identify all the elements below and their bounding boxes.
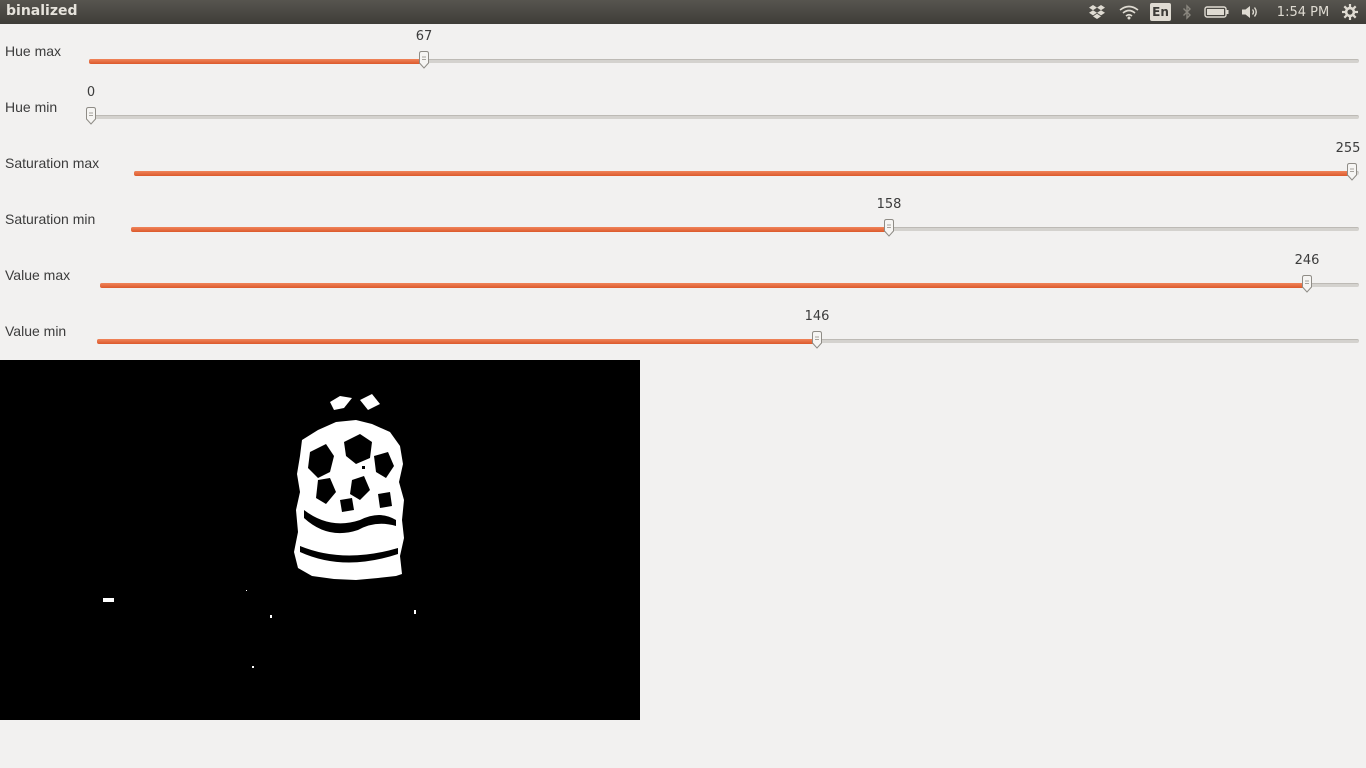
trackbar-label: Value max — [5, 267, 71, 283]
trackbar-hue-max: Hue max 67 — [0, 24, 1366, 80]
trackbar-value-max: Value max 246 — [0, 248, 1366, 304]
slider-fill — [97, 339, 817, 344]
volume-icon[interactable] — [1239, 0, 1261, 24]
window-title: binalized — [6, 3, 78, 19]
slider-track[interactable] — [89, 59, 1359, 64]
slider-thumb[interactable] — [811, 331, 823, 349]
slider-track[interactable] — [89, 115, 1359, 120]
slider-fill — [89, 59, 424, 64]
clock[interactable]: 1:54 PM — [1271, 0, 1335, 24]
slider-fill — [131, 227, 889, 232]
slider-thumb[interactable] — [1346, 163, 1358, 181]
slider-value: 0 — [86, 85, 96, 100]
slider-track[interactable] — [97, 339, 1359, 344]
trackbar-label: Hue min — [5, 99, 58, 115]
trackbar-label: Value min — [5, 323, 67, 339]
slider-thumb[interactable] — [85, 107, 97, 125]
slider-fill — [134, 171, 1352, 176]
trackbar-label: Saturation max — [5, 155, 100, 171]
settings-gear-icon[interactable] — [1340, 0, 1360, 24]
trackbar-saturation-min: Saturation min 158 — [0, 192, 1366, 248]
trackbar-hue-min: Hue min 0 — [0, 80, 1366, 136]
wifi-icon[interactable] — [1118, 0, 1140, 24]
slider-value: 255 — [1335, 141, 1361, 156]
trackbar-value-min: Value min 146 — [0, 304, 1366, 360]
keyboard-layout-indicator[interactable]: En — [1150, 3, 1171, 21]
slider-fill — [100, 283, 1307, 288]
bluetooth-icon[interactable] — [1180, 0, 1194, 24]
top-panel: binalized En 1:54 PM — [0, 0, 1366, 24]
binary-threshold-image — [0, 360, 640, 720]
slider-value: 67 — [415, 29, 433, 44]
slider-track[interactable] — [100, 283, 1359, 288]
slider-value: 146 — [804, 309, 830, 324]
trackbar-saturation-max: Saturation max 255 — [0, 136, 1366, 192]
slider-value: 158 — [876, 197, 902, 212]
slider-thumb[interactable] — [883, 219, 895, 237]
slider-thumb[interactable] — [1301, 275, 1313, 293]
slider-track[interactable] — [131, 227, 1359, 232]
slider-track[interactable] — [134, 171, 1359, 176]
battery-icon[interactable] — [1204, 0, 1230, 24]
trackbar-label: Hue max — [5, 43, 62, 59]
trackbar-label: Saturation min — [5, 211, 96, 227]
slider-thumb[interactable] — [418, 51, 430, 69]
dropbox-icon[interactable] — [1087, 0, 1107, 24]
slider-value: 246 — [1294, 253, 1320, 268]
